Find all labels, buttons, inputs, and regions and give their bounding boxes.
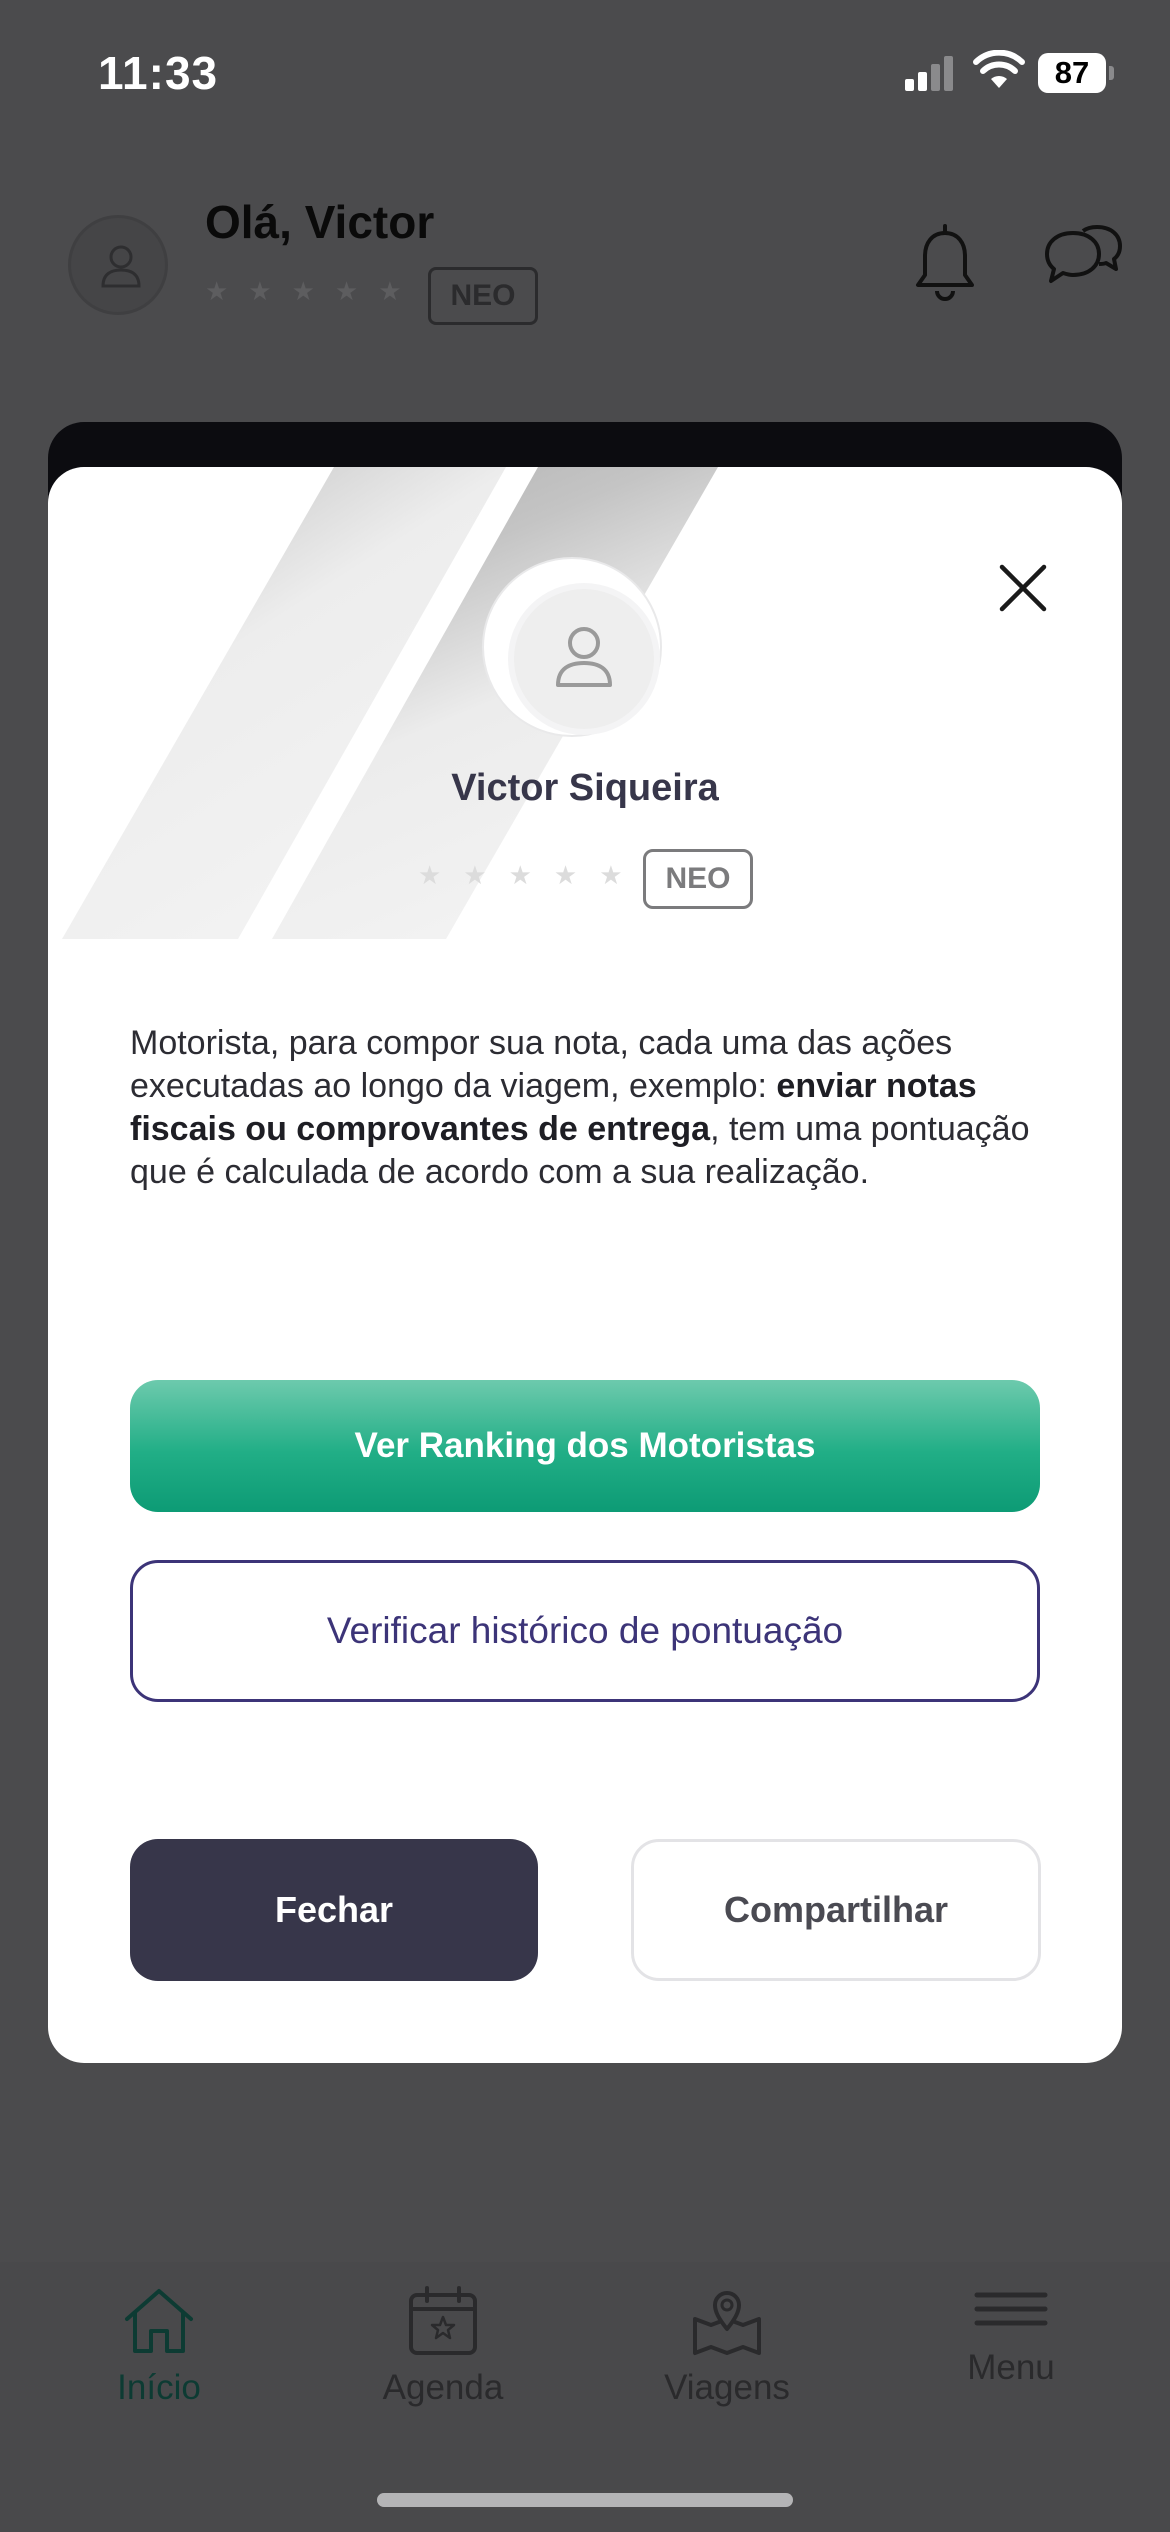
driver-name: Victor Siqueira <box>451 767 719 809</box>
header-avatar[interactable] <box>68 215 168 315</box>
battery-tip <box>1109 66 1114 80</box>
close-button[interactable]: Fechar <box>130 1839 538 1981</box>
home-indicator <box>377 2493 793 2507</box>
status-bar: 11:33 87 <box>0 0 1170 140</box>
battery-icon: 87 <box>1038 53 1106 93</box>
level-badge: NEO <box>643 849 753 909</box>
cellular-signal-icon <box>905 55 957 91</box>
nav-item-menu[interactable]: Menu <box>911 2285 1111 2388</box>
hamburger-icon <box>974 2292 1048 2326</box>
battery-level: 87 <box>1054 55 1090 90</box>
nav-label-viagens: Viagens <box>664 2368 790 2407</box>
wifi-icon <box>973 50 1025 88</box>
score-description: Motorista, para compor sua nota, cada um… <box>130 1022 1070 1194</box>
greeting-title: Olá, Victor <box>205 196 435 248</box>
header-rating-stars: ★★★★★ <box>205 276 422 306</box>
close-icon[interactable] <box>982 547 1064 629</box>
rating-stars: ★★★★★ <box>418 860 645 890</box>
ranking-button[interactable]: Ver Ranking dos Motoristas <box>130 1380 1040 1512</box>
user-icon <box>101 245 141 288</box>
nav-item-agenda[interactable]: Agenda <box>343 2285 543 2408</box>
user-icon <box>556 627 612 687</box>
nav-item-inicio[interactable]: Início <box>59 2285 259 2408</box>
profile-avatar <box>514 589 654 729</box>
status-time: 11:33 <box>98 47 219 99</box>
header-level-badge: NEO <box>428 267 538 325</box>
map-pin-icon <box>693 2291 761 2355</box>
nav-item-viagens[interactable]: Viagens <box>627 2285 827 2408</box>
bell-icon[interactable] <box>910 223 980 303</box>
nav-label-inicio: Início <box>117 2368 201 2407</box>
chat-icon[interactable] <box>1043 223 1123 299</box>
score-history-button[interactable]: Verificar histórico de pontuação <box>130 1560 1040 1702</box>
share-button[interactable]: Compartilhar <box>631 1839 1041 1981</box>
calendar-icon <box>409 2286 477 2355</box>
home-icon <box>125 2289 193 2353</box>
nav-label-agenda: Agenda <box>382 2368 504 2407</box>
score-info-modal: Victor Siqueira ★★★★★ NEO Motorista, par… <box>48 467 1122 2063</box>
nav-label-menu: Menu <box>967 2348 1055 2387</box>
